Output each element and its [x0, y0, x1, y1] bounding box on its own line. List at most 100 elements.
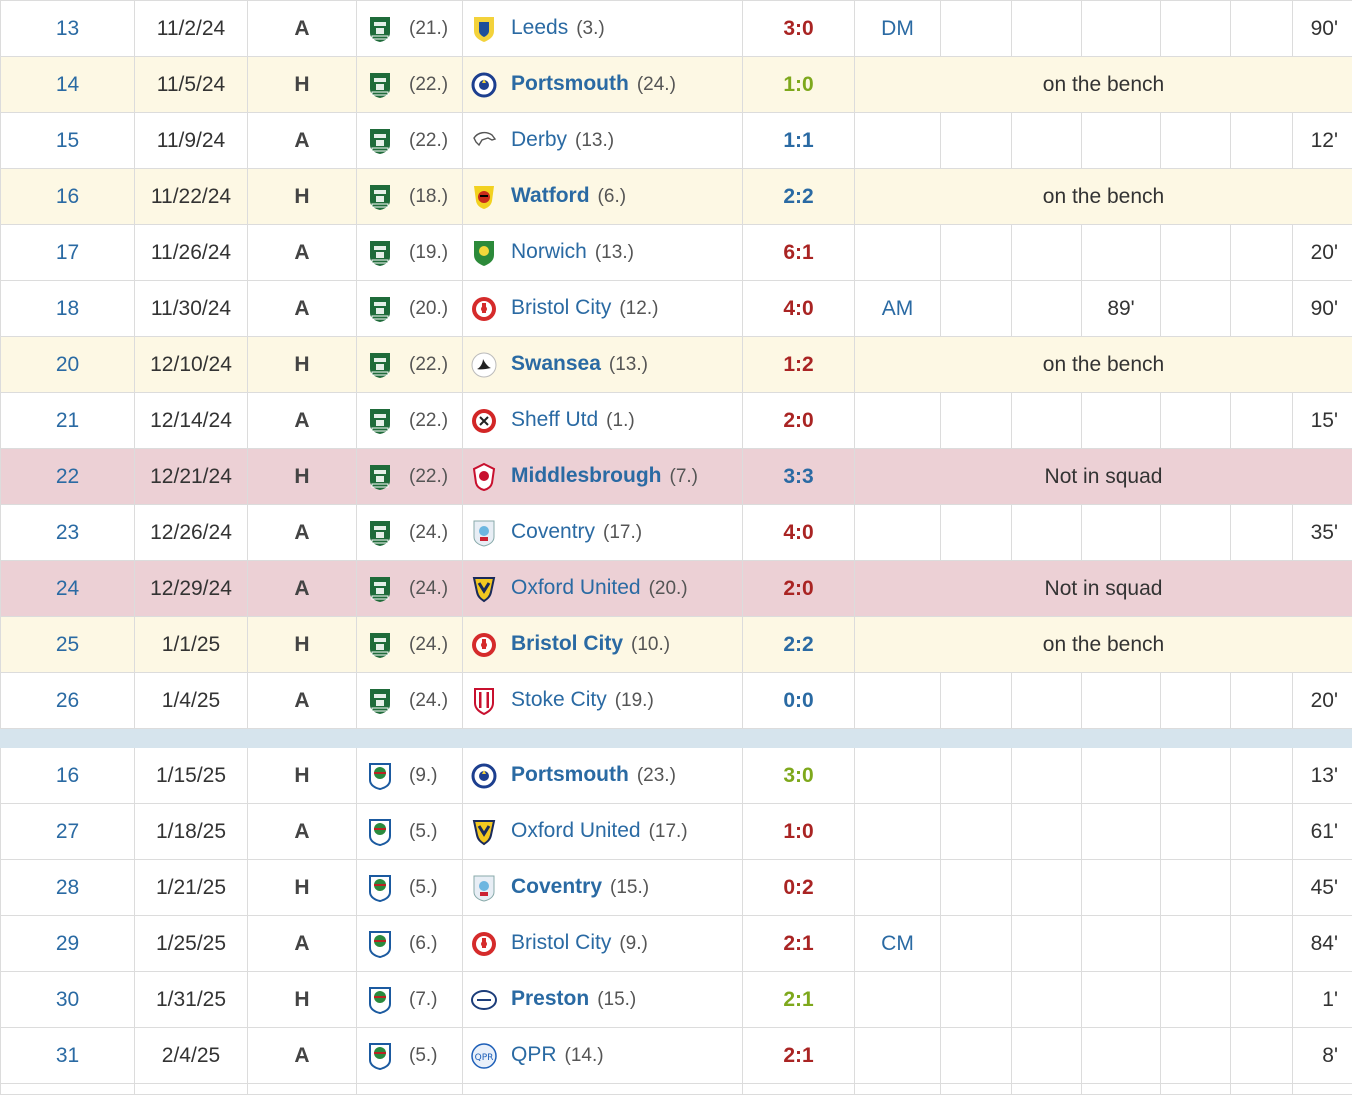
- oxford-united-crest-icon[interactable]: [471, 574, 497, 604]
- stat-red: [1231, 1, 1293, 57]
- watford-crest-icon[interactable]: [471, 182, 497, 212]
- opponent-link[interactable]: Coventry: [511, 520, 595, 543]
- coventry-crest-icon[interactable]: [471, 873, 497, 903]
- opponent-link[interactable]: Coventry: [511, 875, 602, 898]
- stoke-city-crest-icon[interactable]: [471, 686, 497, 716]
- opponent-link[interactable]: Derby: [511, 128, 567, 151]
- norwich-crest-icon[interactable]: [471, 238, 497, 268]
- bristol-city-crest-icon[interactable]: [471, 630, 497, 660]
- plymouth-crest-icon[interactable]: [367, 238, 393, 268]
- matchday-link[interactable]: 25: [1, 617, 135, 673]
- blackburn-crest-icon[interactable]: [367, 873, 393, 903]
- plymouth-crest-icon[interactable]: [367, 14, 393, 44]
- opponent-link[interactable]: Stoke City: [511, 688, 607, 711]
- plymouth-crest-icon[interactable]: [367, 574, 393, 604]
- opponent-link[interactable]: Watford: [511, 184, 590, 207]
- opponent-link[interactable]: Preston: [511, 987, 589, 1010]
- matchday-link[interactable]: 20: [1, 337, 135, 393]
- portsmouth-crest-icon[interactable]: [471, 70, 497, 100]
- result-link[interactable]: 3:0: [743, 748, 855, 804]
- derby-crest-icon[interactable]: [471, 126, 497, 156]
- own-table-position: (22.): [409, 354, 448, 375]
- matchday-link[interactable]: 15: [1, 113, 135, 169]
- opponent-link[interactable]: Portsmouth: [511, 72, 629, 95]
- plymouth-crest-icon[interactable]: [367, 462, 393, 492]
- opponent-link[interactable]: Middlesbrough: [511, 464, 662, 487]
- result-link[interactable]: 3:3: [743, 449, 855, 505]
- opponent-link[interactable]: Bristol City: [511, 931, 611, 954]
- result-link[interactable]: 1:2: [743, 337, 855, 393]
- plymouth-crest-icon[interactable]: [367, 182, 393, 212]
- blackburn-crest-icon[interactable]: [367, 929, 393, 959]
- plymouth-crest-icon[interactable]: [367, 630, 393, 660]
- result-link[interactable]: 1:0: [743, 57, 855, 113]
- table-row: 1311/2/24A(21.)Leeds(3.)3:0DM90': [1, 1, 1352, 57]
- plymouth-crest-icon[interactable]: [367, 518, 393, 548]
- matchday-link[interactable]: 16: [1, 748, 135, 804]
- bristol-city-crest-icon[interactable]: [471, 929, 497, 959]
- opponent-link[interactable]: Leeds: [511, 16, 568, 39]
- plymouth-crest-icon[interactable]: [367, 70, 393, 100]
- result-link[interactable]: 4:0: [743, 505, 855, 561]
- blackburn-crest-icon[interactable]: [367, 817, 393, 847]
- matchday-link[interactable]: 27: [1, 804, 135, 860]
- blackburn-crest-icon[interactable]: [367, 1041, 393, 1071]
- result-link[interactable]: 2:2: [743, 617, 855, 673]
- plymouth-crest-icon[interactable]: [367, 126, 393, 156]
- result-link[interactable]: 2:0: [743, 393, 855, 449]
- matchday-link[interactable]: 14: [1, 57, 135, 113]
- opponent-link[interactable]: Bristol City: [511, 632, 623, 655]
- swansea-crest-icon[interactable]: [471, 350, 497, 380]
- matchday-link[interactable]: 18: [1, 281, 135, 337]
- result-link[interactable]: 1:0: [743, 804, 855, 860]
- result-link[interactable]: 4:0: [743, 281, 855, 337]
- result-link[interactable]: 2:1: [743, 1028, 855, 1084]
- table-row: 301/31/25H(7.)Preston(15.)2:11': [1, 972, 1352, 1028]
- matchday-link[interactable]: 23: [1, 505, 135, 561]
- plymouth-crest-icon[interactable]: [367, 406, 393, 436]
- plymouth-crest-icon[interactable]: [367, 294, 393, 324]
- opponent-link[interactable]: QPR: [511, 1043, 557, 1066]
- result-link[interactable]: 2:2: [743, 169, 855, 225]
- blackburn-crest-icon[interactable]: [367, 985, 393, 1015]
- result-link[interactable]: 2:0: [743, 561, 855, 617]
- result-link[interactable]: 2:1: [743, 916, 855, 972]
- matchday-link[interactable]: 21: [1, 393, 135, 449]
- opponent-link[interactable]: Portsmouth: [511, 763, 629, 786]
- oxford-united-crest-icon[interactable]: [471, 817, 497, 847]
- blackburn-crest-icon[interactable]: [367, 761, 393, 791]
- result-link[interactable]: 0:2: [743, 860, 855, 916]
- sheff-utd-crest-icon[interactable]: [471, 406, 497, 436]
- middlesbrough-crest-icon[interactable]: [471, 462, 497, 492]
- matchday-link[interactable]: 30: [1, 972, 135, 1028]
- portsmouth-crest-icon[interactable]: [471, 761, 497, 791]
- matchday-link[interactable]: 28: [1, 860, 135, 916]
- leeds-crest-icon[interactable]: [471, 14, 497, 44]
- result-link[interactable]: 6:1: [743, 225, 855, 281]
- opponent-link[interactable]: Oxford United: [511, 576, 641, 599]
- opponent-link[interactable]: Oxford United: [511, 819, 641, 842]
- matchday-link[interactable]: 24: [1, 561, 135, 617]
- matchday-link[interactable]: 31: [1, 1028, 135, 1084]
- preston-crest-icon[interactable]: [471, 985, 497, 1015]
- result-link[interactable]: 2:1: [743, 972, 855, 1028]
- result-link[interactable]: 3:0: [743, 1, 855, 57]
- coventry-crest-icon[interactable]: [471, 518, 497, 548]
- result-link[interactable]: 0:0: [743, 673, 855, 729]
- match-date: 11/22/24: [135, 169, 248, 225]
- matchday-link[interactable]: 29: [1, 916, 135, 972]
- qpr-crest-icon[interactable]: QPR: [471, 1041, 497, 1071]
- opponent-link[interactable]: Bristol City: [511, 296, 611, 319]
- matchday-link[interactable]: 26: [1, 673, 135, 729]
- matchday-link[interactable]: 17: [1, 225, 135, 281]
- matchday-link[interactable]: 16: [1, 169, 135, 225]
- matchday-link[interactable]: 13: [1, 1, 135, 57]
- result-link[interactable]: 1:1: [743, 113, 855, 169]
- plymouth-crest-icon[interactable]: [367, 686, 393, 716]
- bristol-city-crest-icon[interactable]: [471, 294, 497, 324]
- opponent-link[interactable]: Sheff Utd: [511, 408, 598, 431]
- matchday-link[interactable]: 22: [1, 449, 135, 505]
- plymouth-crest-icon[interactable]: [367, 350, 393, 380]
- opponent-link[interactable]: Norwich: [511, 240, 587, 263]
- opponent-link[interactable]: Swansea: [511, 352, 601, 375]
